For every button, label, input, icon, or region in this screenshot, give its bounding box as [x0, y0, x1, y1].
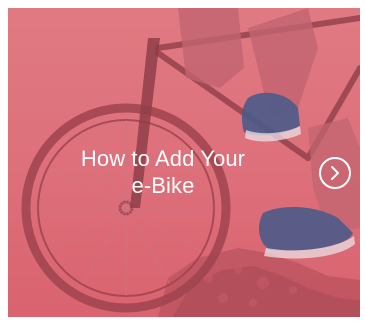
next-arrow-button[interactable]	[319, 157, 351, 189]
how-to-add-ebike-card[interactable]: How to Add Your e-Bike	[8, 8, 360, 317]
card-title: How to Add Your e-Bike	[80, 146, 246, 198]
chevron-right-icon	[331, 166, 339, 180]
page: How to Add Your e-Bike	[0, 0, 365, 322]
